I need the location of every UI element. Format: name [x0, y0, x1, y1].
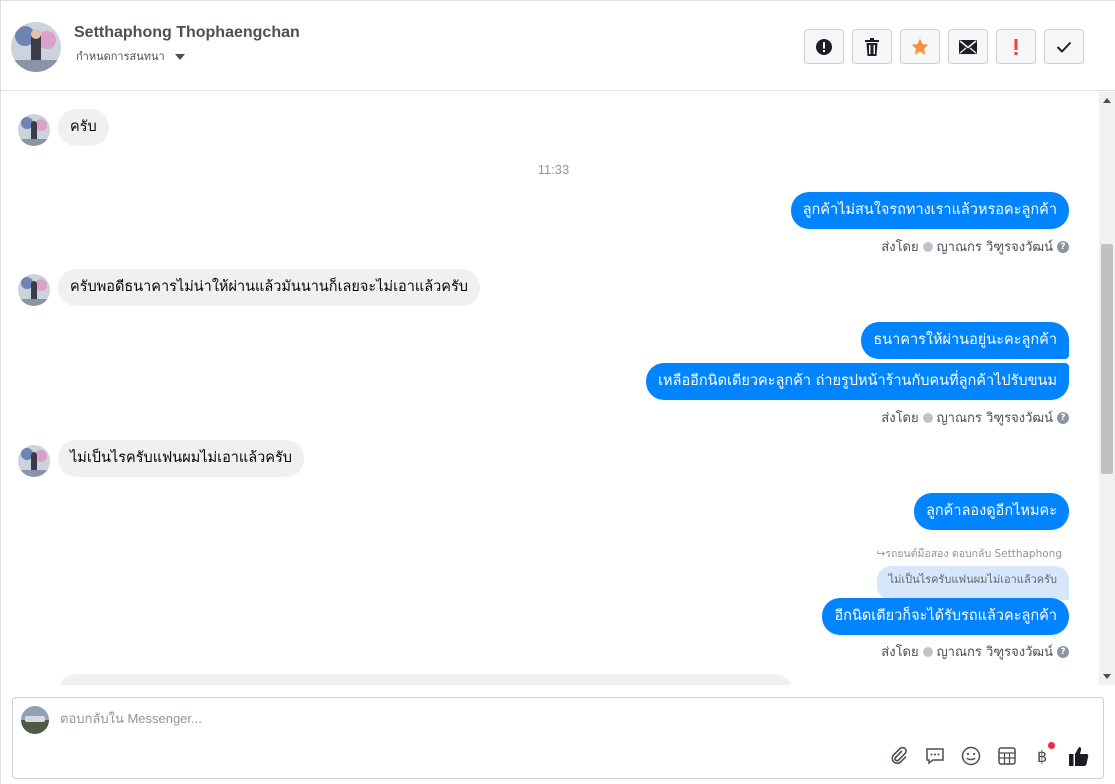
- scrollbar-thumb[interactable]: [1101, 244, 1113, 474]
- svg-text:฿: ฿: [1037, 747, 1047, 766]
- help-icon[interactable]: ?: [1057, 645, 1069, 658]
- envelope-icon: [959, 39, 977, 54]
- sender-avatar: [18, 445, 50, 477]
- thread-scrollbar[interactable]: [1099, 92, 1115, 685]
- contact-avatar[interactable]: [11, 22, 61, 72]
- emoji-button[interactable]: [959, 744, 983, 768]
- exclamation-icon: [1014, 38, 1018, 55]
- sent-by-label: ส่งโดย ญาณกร วิฑูรจงวัฒน์ ?: [881, 641, 1069, 662]
- baht-icon: ฿: [1037, 747, 1047, 766]
- delete-button[interactable]: [852, 29, 892, 64]
- star-icon: [911, 38, 929, 55]
- like-button[interactable]: [1067, 744, 1091, 768]
- sent-by-prefix: ส่งโดย: [881, 411, 919, 426]
- saved-replies-button[interactable]: [923, 744, 947, 768]
- sent-by-prefix: ส่งโดย: [881, 240, 919, 255]
- header-actions: [804, 29, 1084, 64]
- attach-button[interactable]: [887, 744, 911, 768]
- done-button[interactable]: [1044, 29, 1084, 64]
- sender-avatar: [18, 114, 50, 146]
- message-thread[interactable]: ครับ 11:33 ลูกค้าไม่สนใจรถทางเราแล้วหรอค…: [1, 92, 1099, 685]
- inbox-conversation-window: Setthaphong Thophaengchan กำหนดการสนทนา: [0, 0, 1115, 784]
- reply-input[interactable]: [60, 711, 860, 726]
- conversation-header: Setthaphong Thophaengchan กำหนดการสนทนา: [1, 1, 1115, 91]
- page-badge-icon: [922, 241, 933, 252]
- mark-unread-button[interactable]: [948, 29, 988, 64]
- sent-by-agent[interactable]: ญาณกร วิฑูรจงวัฒน์: [937, 236, 1053, 257]
- assign-conversation-dropdown[interactable]: กำหนดการสนทนา: [76, 47, 185, 65]
- message-timestamp: 11:33: [537, 162, 570, 177]
- incoming-message[interactable]: ครับ: [58, 109, 109, 146]
- notification-dot: [1048, 742, 1055, 749]
- incoming-message[interactable]: ครับพอดีธนาคารไม่น่าให้ผ่านแล้วมันนานก็เ…: [58, 269, 480, 306]
- sent-by-label: ส่งโดย ญาณกร วิฑูรจงวัฒน์ ?: [881, 407, 1069, 428]
- reply-meta: ↪รถยนต์มือสอง ตอบกลับ Setthaphong: [877, 545, 1062, 562]
- help-icon[interactable]: ?: [1057, 411, 1069, 424]
- trash-icon: [865, 37, 879, 56]
- page-badge-icon: [922, 646, 933, 657]
- outgoing-message[interactable]: ลูกค้าลองดูอีกไหมคะ: [914, 493, 1069, 530]
- sender-avatar: [18, 274, 50, 306]
- outgoing-message[interactable]: ลูกค้าไม่สนใจรถทางเราแล้วหรอคะลูกค้า: [790, 192, 1069, 229]
- quoted-message[interactable]: ไม่เป็นไรครับแฟนผมไม่เอาแล้วครับ: [876, 566, 1069, 600]
- composer-tools: ฿: [887, 742, 1091, 768]
- emoji-icon: [961, 746, 981, 766]
- outgoing-message[interactable]: อีกนิดเดียวก็จะได้รับรถแล้วคะลูกค้า: [822, 598, 1069, 635]
- assign-label: กำหนดการสนทนา: [76, 50, 165, 63]
- paperclip-icon: [891, 746, 907, 765]
- outgoing-message[interactable]: เหลืออีกนิดเดียวคะลูกค้า ถ่ายรูปหน้าร้าน…: [646, 363, 1069, 400]
- page-avatar: [21, 706, 49, 734]
- reply-composer: ฿: [12, 697, 1104, 779]
- check-icon: [1056, 41, 1072, 53]
- follow-up-button[interactable]: [996, 29, 1036, 64]
- star-button[interactable]: [900, 29, 940, 64]
- scroll-up-arrow-icon[interactable]: [1103, 98, 1111, 103]
- contact-name[interactable]: Setthaphong Thophaengchan: [74, 24, 300, 42]
- sent-by-agent[interactable]: ญาณกร วิฑูรจงวัฒน์: [937, 641, 1053, 662]
- sent-by-label: ส่งโดย ญาณกร วิฑูรจงวัฒน์ ?: [881, 236, 1069, 257]
- outgoing-message[interactable]: ธนาคารให้ผ่านอยู่นะคะลูกค้า: [861, 322, 1069, 359]
- reply-meta-text: รถยนต์มือสอง ตอบกลับ Setthaphong: [885, 548, 1062, 560]
- spam-button[interactable]: [804, 29, 844, 64]
- sent-by-prefix: ส่งโดย: [881, 645, 919, 660]
- help-icon[interactable]: ?: [1057, 240, 1069, 253]
- calendar-grid-icon: [998, 747, 1016, 765]
- scroll-down-arrow-icon[interactable]: [1103, 674, 1111, 679]
- speech-bubble-icon: [926, 748, 944, 765]
- thumbs-up-icon: [1069, 747, 1089, 766]
- payment-button[interactable]: ฿: [1031, 742, 1055, 768]
- page-badge-icon: [922, 412, 933, 423]
- incoming-message[interactable]: ไม่เป็นไรครับแฟนผมไม่เอาแล้วครับ: [58, 440, 304, 477]
- sent-by-agent[interactable]: ญาณกร วิฑูรจงวัฒน์: [937, 407, 1053, 428]
- alert-circle-icon: [816, 38, 832, 55]
- incoming-message-partial[interactable]: [58, 674, 793, 685]
- appointment-button[interactable]: [995, 744, 1019, 768]
- caret-down-icon: [174, 54, 185, 60]
